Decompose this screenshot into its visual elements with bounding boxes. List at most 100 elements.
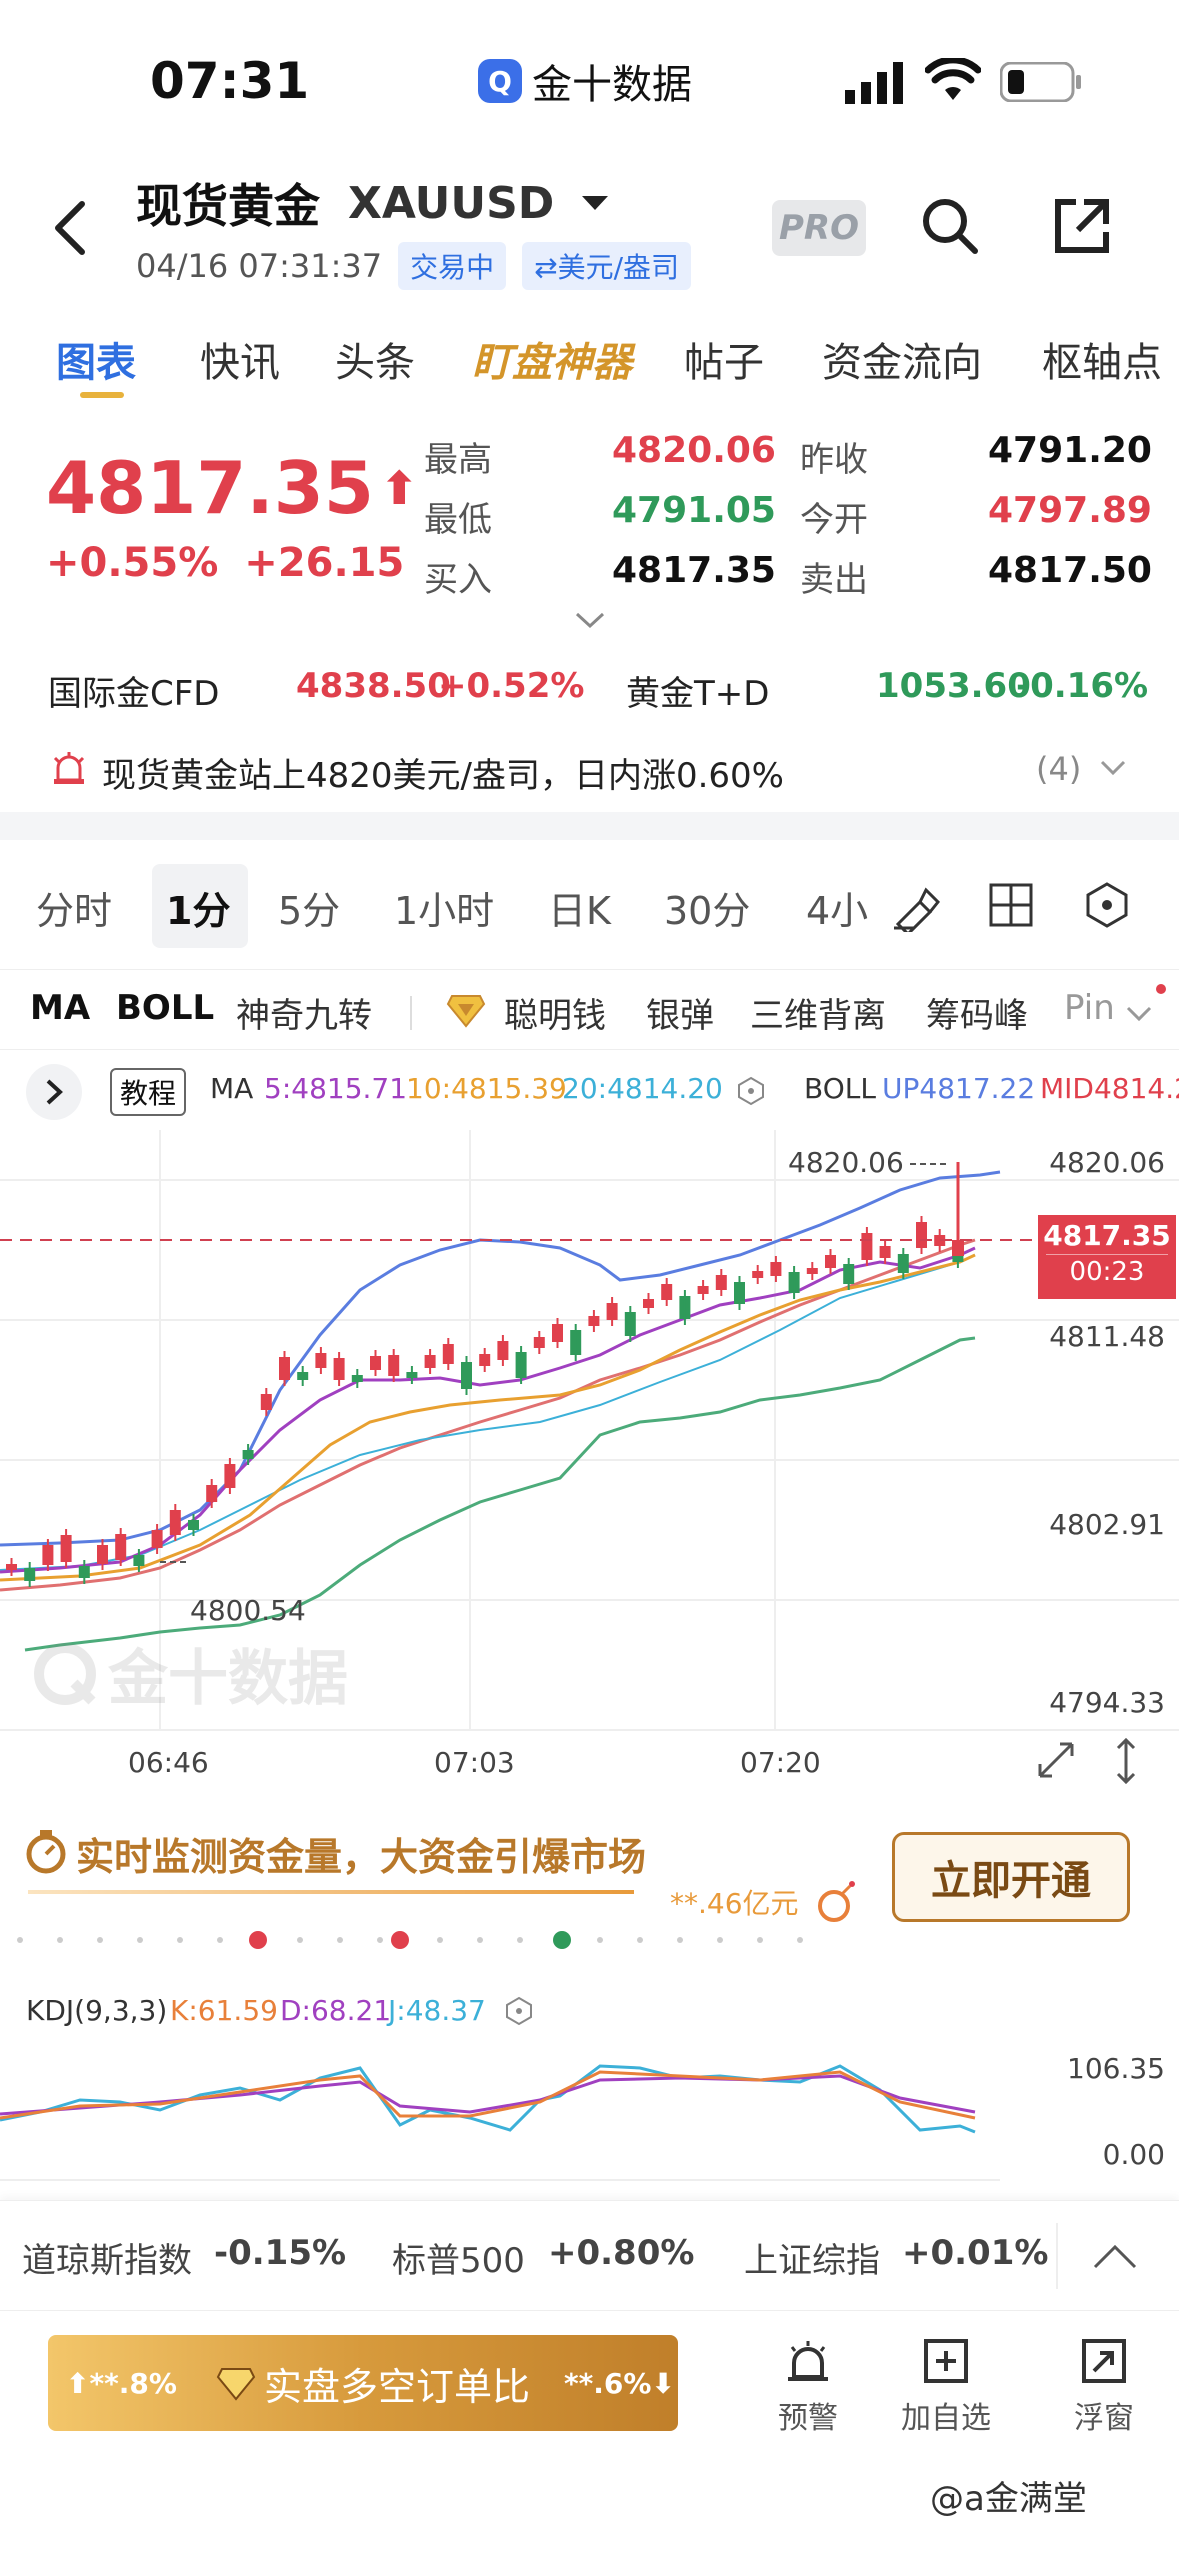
ind-pin[interactable]: Pin [1064,988,1115,1028]
divider [410,996,412,1030]
search-icon[interactable] [920,196,980,260]
caret-down-icon[interactable] [582,194,609,212]
pro-button[interactable]: PRO [772,200,866,256]
td-price: 1053.60 [876,666,1031,706]
add-watchlist-button[interactable]: 加自选 [896,2337,996,2437]
watermark-q-icon [34,1642,96,1705]
battery-icon [999,61,1082,106]
app-name: 金十数据 [532,62,692,108]
high-value: 4820.06 [612,430,776,471]
tab-monitor[interactable]: 盯盘神器 [472,330,632,388]
period-5min[interactable]: 5分 [278,880,340,935]
new-dot [1156,984,1166,994]
period-4h[interactable]: 4小 [806,880,868,935]
add-icon [924,2339,968,2383]
kdj-d: D:68.21 [280,1994,392,2027]
kdj-settings-icon[interactable] [504,1996,534,2030]
ind-boll[interactable]: BOLL [116,988,214,1028]
kdj-panel: KDJ(9,3,3) K:61.59 D:68.21 J:48.37 106.3… [0,1970,1179,2200]
x-axis-label: 07:20 [740,1746,821,1779]
ticker-sp500-pct: +0.80% [548,2233,695,2273]
tab-fund-flow[interactable]: 资金流向 [822,330,982,388]
y-axis-label: 4794.33 [1049,1686,1165,1719]
fullscreen-icon[interactable] [1036,1740,1076,1784]
float-window-button[interactable]: 浮窗 [1056,2337,1152,2437]
y-axis-label: 4802.91 [1049,1508,1165,1541]
ticker-sse-name: 上证综指 [744,2241,880,2281]
high-label: 最高 [424,440,492,480]
unit-toggle[interactable]: ⇄美元/盎司 [522,242,692,290]
alarm-icon [52,750,86,790]
quote-datetime: 04/16 07:31:37 [136,247,383,285]
promo-amount: **.46亿元 [670,1887,799,1920]
period-daily[interactable]: 日K [548,880,611,935]
index-ticker[interactable]: 道琼斯指数 -0.15% 标普500 +0.80% 上证综指 +0.01% [0,2200,1179,2310]
period-timeshare[interactable]: 分时 [36,880,112,935]
promo-title: 实时监测资金量，大资金引爆市场 [76,1835,647,1879]
ticker-dow-pct: -0.15% [214,2233,347,2273]
user-watermark: @a金满堂 [930,2479,1087,2519]
tab-posts[interactable]: 帖子 [684,330,764,388]
section-divider [0,812,1179,840]
y-axis-label: 4811.48 [1049,1320,1165,1353]
kline-chart[interactable]: 教程 MA 5:4815.71 10:4815.39 20:4814.20 BO… [0,1050,1179,1800]
back-button[interactable] [50,198,90,262]
ind-magic-nine[interactable]: 神奇九转 [236,988,372,1037]
ind-ma[interactable]: MA [30,988,90,1028]
expand-chevron-icon[interactable] [575,612,605,634]
change-value: +26.15 [244,540,405,586]
ind-smart-money[interactable]: 聪明钱 [504,988,606,1037]
open-value: 4797.89 [988,490,1152,531]
prev-close-value: 4791.20 [988,430,1152,471]
ma20-line [0,1254,976,1571]
bid-label: 买入 [424,560,492,600]
period-1h[interactable]: 1小时 [394,880,494,935]
long-short-ratio-button[interactable]: ⬆**.8% 实盘多空订单比 **.6%⬇ [48,2335,678,2431]
cfd-name[interactable]: 国际金CFD [48,666,219,715]
ask-label: 卖出 [800,560,868,600]
tab-chart[interactable]: 图表 [56,330,136,388]
settings-hex-icon[interactable] [1084,882,1130,932]
ind-chip-peak[interactable]: 筹码峰 [926,988,1028,1037]
chevron-down-icon[interactable] [1100,760,1126,780]
kdj-y-bottom: 0.00 [1102,2138,1165,2171]
tab-pivot[interactable]: 枢轴点 [1042,330,1162,388]
x-axis-label: 07:03 [434,1746,515,1779]
bottom-toolbar: ⬆**.8% 实盘多空订单比 **.6%⬇ 预警 加自选 浮窗 @a金满堂 [0,2310,1179,2556]
y-axis-label: 4820.06 [1049,1146,1165,1179]
wifi-icon [924,56,982,106]
ind-3d-divergence[interactable]: 三维背离 [750,988,886,1037]
td-name[interactable]: 黄金T+D [626,666,769,715]
period-1min[interactable]: 1分 [166,880,230,935]
trade-status-badge: 交易中 [398,242,507,290]
ind-silver-bullet[interactable]: 银弹 [646,988,714,1037]
kdj-y-top: 106.35 [1067,2052,1165,2085]
share-icon[interactable] [1052,196,1112,260]
chevron-up-icon[interactable] [1092,2243,1138,2275]
tab-headlines[interactable]: 头条 [335,330,415,388]
symbol-selector[interactable]: XAUUSD [348,178,554,229]
activate-button[interactable]: 立即开通 [892,1832,1130,1922]
more-chevron-icon[interactable] [1126,1006,1152,1026]
kdj-j: J:48.37 [388,1994,486,2027]
news-text: 现货黄金站上4820美元/盎司，日内涨0.60% [102,756,784,796]
status-bar: 07:31 Q 金十数据 [0,0,1179,160]
low-value: 4791.05 [612,490,776,531]
signal-icon [845,62,905,108]
ticker-dow-name: 道琼斯指数 [22,2241,192,2281]
layout-grid-icon[interactable] [988,882,1034,932]
app-logo-icon: Q [478,59,522,103]
news-alert[interactable]: 现货黄金站上4820美元/盎司，日内涨0.60% (4) [0,730,1179,810]
news-count: (4) [1036,750,1082,788]
open-label: 今开 [800,500,868,540]
alert-button[interactable]: 预警 [760,2337,856,2437]
long-ratio: ⬆**.8% [66,2366,177,2400]
long-short-label: 实盘多空订单比 [264,2364,531,2409]
alert-icon [788,2341,828,2381]
period-30min[interactable]: 30分 [664,880,750,935]
candle-countdown: 00:23 [1069,1257,1145,1287]
kdj-plot [0,2064,1000,2181]
vertical-resize-icon[interactable] [1112,1736,1140,1790]
draw-tool-icon[interactable] [890,882,941,937]
tab-flash[interactable]: 快讯 [200,330,280,388]
